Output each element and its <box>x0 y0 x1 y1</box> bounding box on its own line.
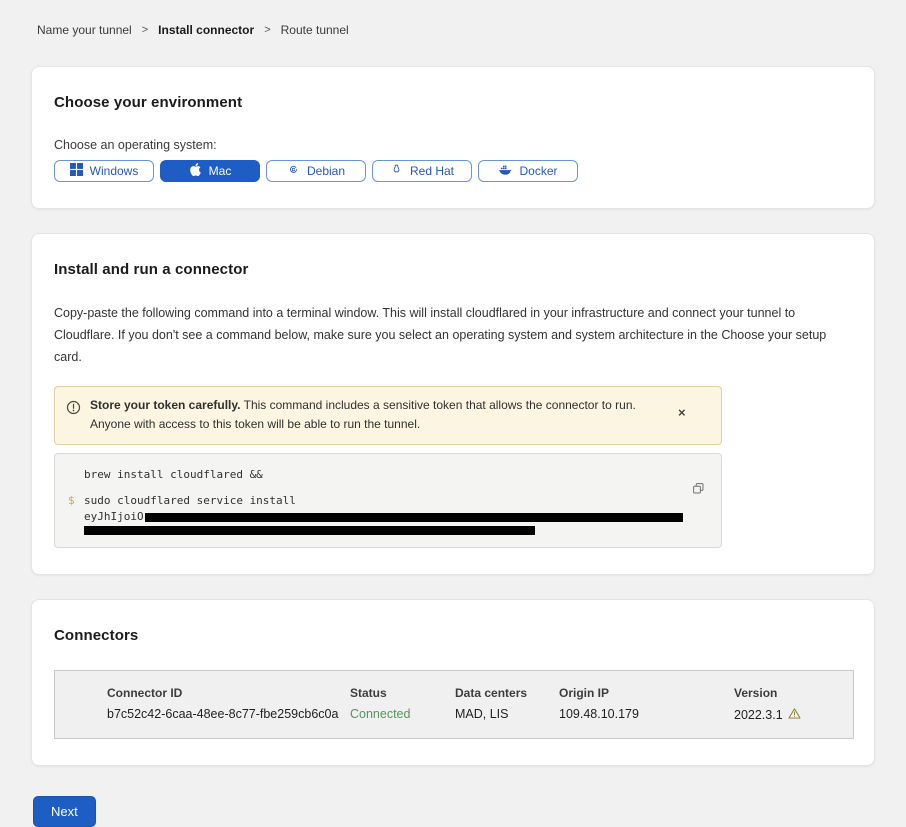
copy-command-button[interactable] <box>690 480 707 500</box>
os-button-redhat[interactable]: Red Hat <box>372 160 472 182</box>
token-text: eyJhIjoiO <box>84 509 683 525</box>
col-header-connector-id: Connector ID <box>107 686 350 700</box>
os-button-label: Debian <box>307 164 345 178</box>
redacted-token-bar <box>145 513 683 522</box>
shell-prompt: $ <box>68 493 84 509</box>
token-warning-bold: Store your token carefully. <box>90 398 241 412</box>
code-line-token-2 <box>68 525 705 535</box>
install-card-title: Install and run a connector <box>54 261 852 278</box>
docker-icon <box>498 164 512 179</box>
breadcrumb-separator: > <box>142 24 148 36</box>
os-button-mac[interactable]: Mac <box>160 160 260 182</box>
install-command-codeblock: brew install cloudflared && $ sudo cloud… <box>54 453 722 548</box>
version-value: 2022.3.1 <box>734 707 853 723</box>
code-text: brew install cloudflared && <box>84 467 263 483</box>
connectors-card-title: Connectors <box>54 627 852 644</box>
os-button-group: Windows Mac Debian Red Hat Docker <box>54 160 852 182</box>
os-button-label: Mac <box>209 164 232 178</box>
status-badge: Connected <box>350 707 455 723</box>
os-button-label: Windows <box>90 164 139 178</box>
col-header-status: Status <box>350 686 455 700</box>
os-button-windows[interactable]: Windows <box>54 160 154 182</box>
os-button-debian[interactable]: Debian <box>266 160 366 182</box>
install-card: Install and run a connector Copy-paste t… <box>31 233 875 575</box>
apple-icon <box>189 163 202 179</box>
connectors-card: Connectors Connector ID Status Data cent… <box>31 599 875 766</box>
windows-icon <box>70 163 83 179</box>
connectors-table: Connector ID Status Data centers Origin … <box>54 670 854 739</box>
alert-circle-icon <box>66 400 81 420</box>
token-warning-banner: Store your token carefully. This command… <box>54 386 722 446</box>
col-header-origin-ip: Origin IP <box>559 686 734 700</box>
col-header-data-centers: Data centers <box>455 686 559 700</box>
os-button-docker[interactable]: Docker <box>478 160 578 182</box>
breadcrumb-step-name-tunnel[interactable]: Name your tunnel <box>37 23 132 37</box>
connector-id-value: b7c52c42-6caa-48ee-8c77-fbe259cb6c0a <box>107 707 350 723</box>
breadcrumb-separator: > <box>264 24 270 36</box>
code-line-token: eyJhIjoiO <box>68 509 705 525</box>
breadcrumb: Name your tunnel > Install connector > R… <box>0 0 906 37</box>
os-button-label: Docker <box>519 164 557 178</box>
copy-icon <box>692 483 705 498</box>
code-line-brew: brew install cloudflared && <box>68 467 705 483</box>
debian-icon <box>287 163 300 179</box>
breadcrumb-step-install-connector: Install connector <box>158 23 254 37</box>
token-warning-text: Store your token carefully. This command… <box>90 396 665 436</box>
os-select-label: Choose an operating system: <box>54 138 852 152</box>
environment-card: Choose your environment Choose an operat… <box>31 66 875 209</box>
origin-ip-value: 109.48.10.179 <box>559 707 734 723</box>
os-button-label: Red Hat <box>410 164 454 178</box>
next-button[interactable]: Next <box>33 796 96 827</box>
environment-card-title: Choose your environment <box>54 94 852 111</box>
redhat-icon <box>390 163 403 179</box>
redacted-token-bar <box>84 526 535 535</box>
close-banner-button[interactable]: × <box>674 402 690 423</box>
version-warning-icon <box>788 707 801 723</box>
col-header-version: Version <box>734 686 853 700</box>
data-centers-value: MAD, LIS <box>455 707 559 723</box>
breadcrumb-step-route-tunnel: Route tunnel <box>281 23 349 37</box>
code-line-sudo: $ sudo cloudflared service install <box>68 493 705 509</box>
code-text: sudo cloudflared service install <box>84 493 296 509</box>
install-description: Copy-paste the following command into a … <box>54 303 852 369</box>
